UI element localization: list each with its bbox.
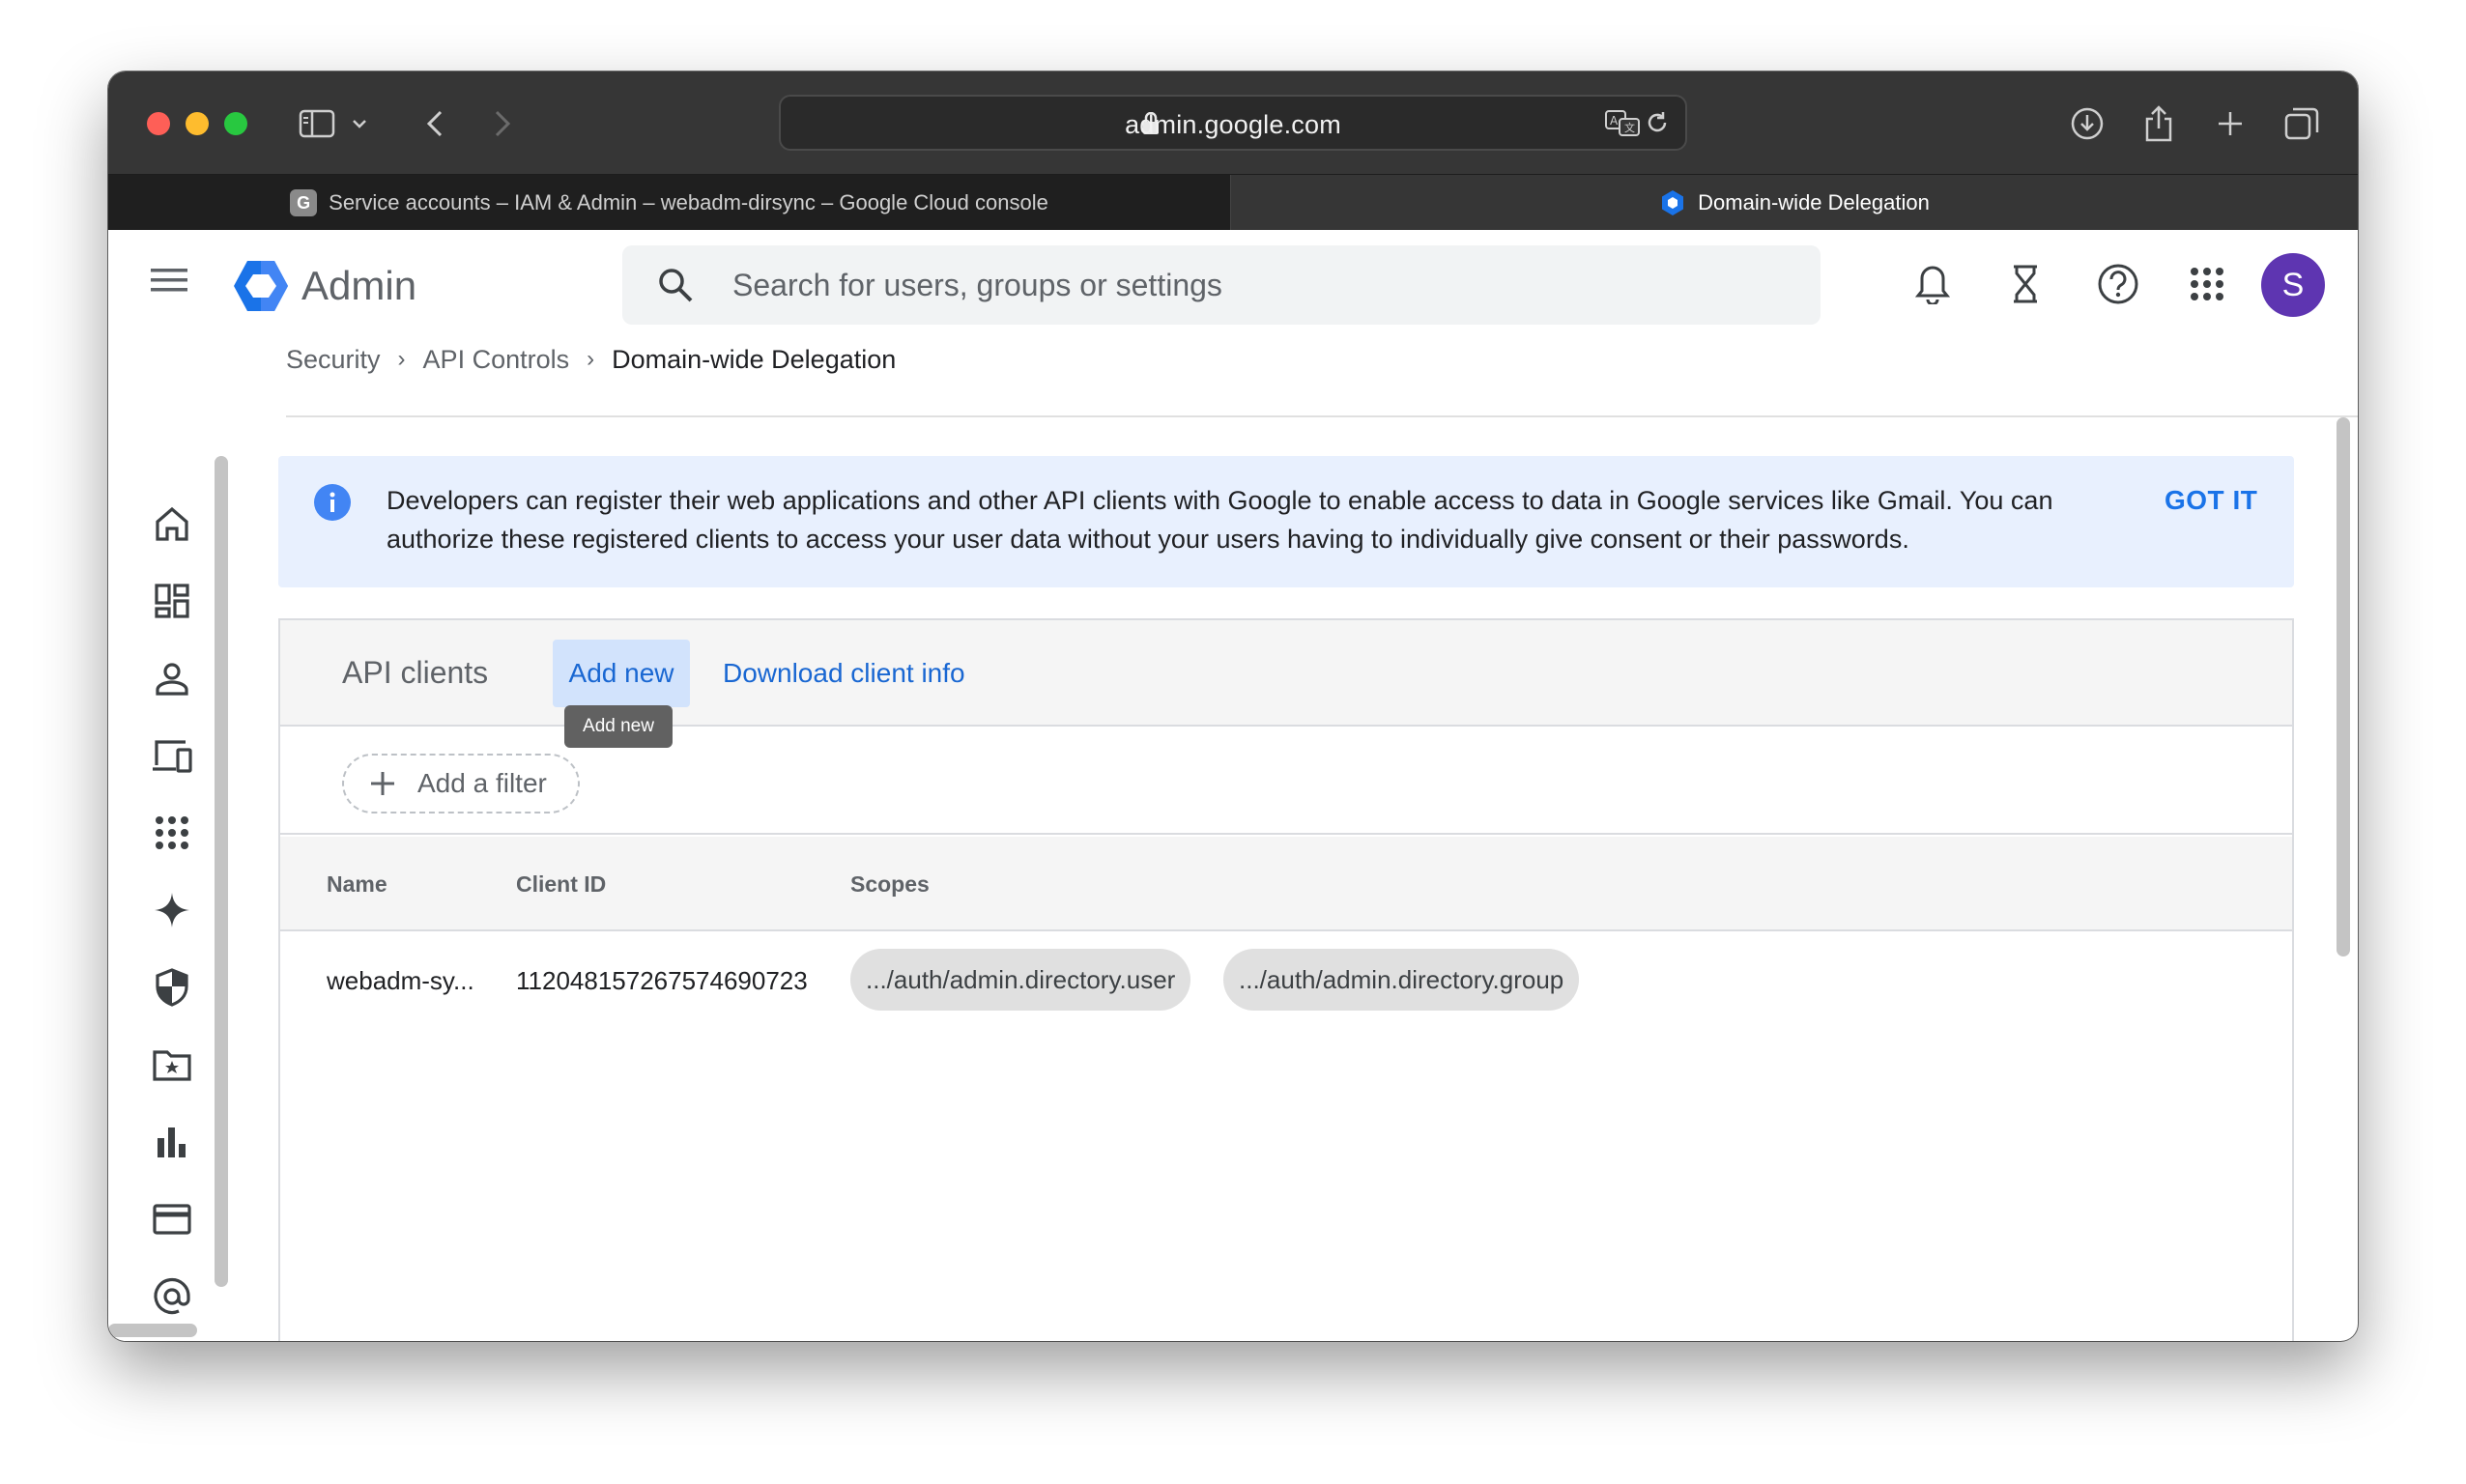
breadcrumb-api-controls[interactable]: API Controls <box>423 345 570 375</box>
search-bar[interactable] <box>622 245 1821 325</box>
admin-favicon-icon <box>1659 189 1686 216</box>
google-cloud-favicon: G <box>290 189 318 216</box>
add-filter-label: Add a filter <box>417 768 547 798</box>
url-text: admin.google.com <box>1125 110 1341 139</box>
admin-header: Admin S <box>108 230 2358 340</box>
tab-label: Service accounts – IAM & Admin – webadm-… <box>329 190 1048 214</box>
new-tab-plus-icon[interactable] <box>2209 102 2251 145</box>
column-header-name[interactable]: Name <box>327 871 387 898</box>
zoom-window-button[interactable] <box>224 112 247 135</box>
chevron-down-icon[interactable] <box>348 102 371 145</box>
chevron-right-icon: › <box>397 346 406 372</box>
minimize-window-button[interactable] <box>186 112 209 135</box>
divider <box>286 415 2358 417</box>
share-icon[interactable] <box>2137 102 2180 145</box>
info-banner: Developers can register their web applic… <box>278 456 2294 587</box>
main-scrollbar[interactable] <box>2337 417 2350 956</box>
main-menu-icon[interactable] <box>151 267 187 294</box>
table-row[interactable]: webadm-sy... 112048157267574690723 .../a… <box>280 933 2292 1028</box>
sidebar-toggle-icon[interactable] <box>296 102 338 145</box>
breadcrumb: Security › API Controls › Domain-wide De… <box>286 340 896 379</box>
apps-grid-icon[interactable] <box>2184 261 2230 307</box>
reload-icon[interactable] <box>1645 110 1670 135</box>
address-bar[interactable]: admin.google.com A文 <box>779 95 1687 151</box>
tab-label: Domain-wide Delegation <box>1698 190 1930 214</box>
apps-icon[interactable] <box>147 808 197 858</box>
banner-text: Developers can register their web applic… <box>387 486 2053 554</box>
shared-drive-folder-icon[interactable] <box>147 1040 197 1090</box>
account-at-sign-icon[interactable] <box>147 1271 197 1322</box>
scope-chip: .../auth/admin.directory.user <box>850 949 1191 1011</box>
info-icon <box>313 483 352 522</box>
download-icon[interactable] <box>2066 102 2108 145</box>
sparkle-icon[interactable] <box>147 885 197 935</box>
download-client-info-button[interactable]: Download client info <box>705 640 983 707</box>
tasks-hourglass-icon[interactable] <box>2002 261 2049 307</box>
plus-icon <box>369 770 396 797</box>
breadcrumb-security[interactable]: Security <box>286 345 381 375</box>
client-name-cell: webadm-sy... <box>327 966 474 995</box>
search-icon[interactable] <box>657 267 694 303</box>
browser-window: admin.google.com A文 G Service accounts –… <box>108 71 2358 1341</box>
left-nav-rail <box>108 340 282 1341</box>
add-new-tooltip: Add new <box>564 705 673 748</box>
reports-bar-chart-icon[interactable] <box>147 1117 197 1167</box>
tab-service-accounts[interactable]: G Service accounts – IAM & Admin – webad… <box>108 175 1231 231</box>
close-window-button[interactable] <box>147 112 170 135</box>
admin-logo-icon[interactable] <box>232 259 290 313</box>
back-arrow-icon[interactable] <box>414 102 456 145</box>
add-filter-button[interactable]: Add a filter <box>342 754 580 813</box>
add-new-button[interactable]: Add new <box>553 640 690 707</box>
table-header: Name Client ID Scopes <box>280 837 2292 931</box>
api-clients-card: API clients Add new Download client info… <box>278 618 2294 1341</box>
tab-overview-icon[interactable] <box>2280 102 2323 145</box>
translate-icon[interactable]: A文 <box>1604 108 1641 137</box>
svg-text:A: A <box>1610 114 1619 128</box>
chevron-right-icon: › <box>587 346 595 372</box>
users-icon[interactable] <box>147 653 197 703</box>
browser-toolbar: admin.google.com A文 <box>108 71 2358 174</box>
client-id-cell: 112048157267574690723 <box>516 966 808 995</box>
billing-card-icon[interactable] <box>147 1194 197 1244</box>
avatar[interactable]: S <box>2261 253 2325 317</box>
column-header-client-id[interactable]: Client ID <box>516 871 606 898</box>
home-icon[interactable] <box>147 499 197 549</box>
tab-domain-wide-delegation[interactable]: Domain-wide Delegation <box>1231 175 2358 231</box>
got-it-button[interactable]: GOT IT <box>2165 485 2257 516</box>
scope-chip: .../auth/admin.directory.group <box>1223 949 1580 1011</box>
devices-icon[interactable] <box>147 730 197 781</box>
horizontal-scrollbar[interactable] <box>108 1324 197 1337</box>
card-title: API clients <box>342 655 489 690</box>
forward-arrow-icon[interactable] <box>481 102 524 145</box>
dashboard-icon[interactable] <box>147 576 197 626</box>
security-shield-icon[interactable] <box>147 962 197 1013</box>
app-title: Admin <box>301 263 417 308</box>
tab-bar: G Service accounts – IAM & Admin – webad… <box>108 174 2358 231</box>
search-input[interactable] <box>732 245 1795 325</box>
help-icon[interactable] <box>2095 261 2141 307</box>
notifications-bell-icon[interactable] <box>1909 261 1956 307</box>
nav-scrollbar[interactable] <box>215 456 228 1287</box>
svg-text:文: 文 <box>1624 121 1635 134</box>
column-header-scopes[interactable]: Scopes <box>850 871 930 898</box>
breadcrumb-current: Domain-wide Delegation <box>612 344 897 374</box>
